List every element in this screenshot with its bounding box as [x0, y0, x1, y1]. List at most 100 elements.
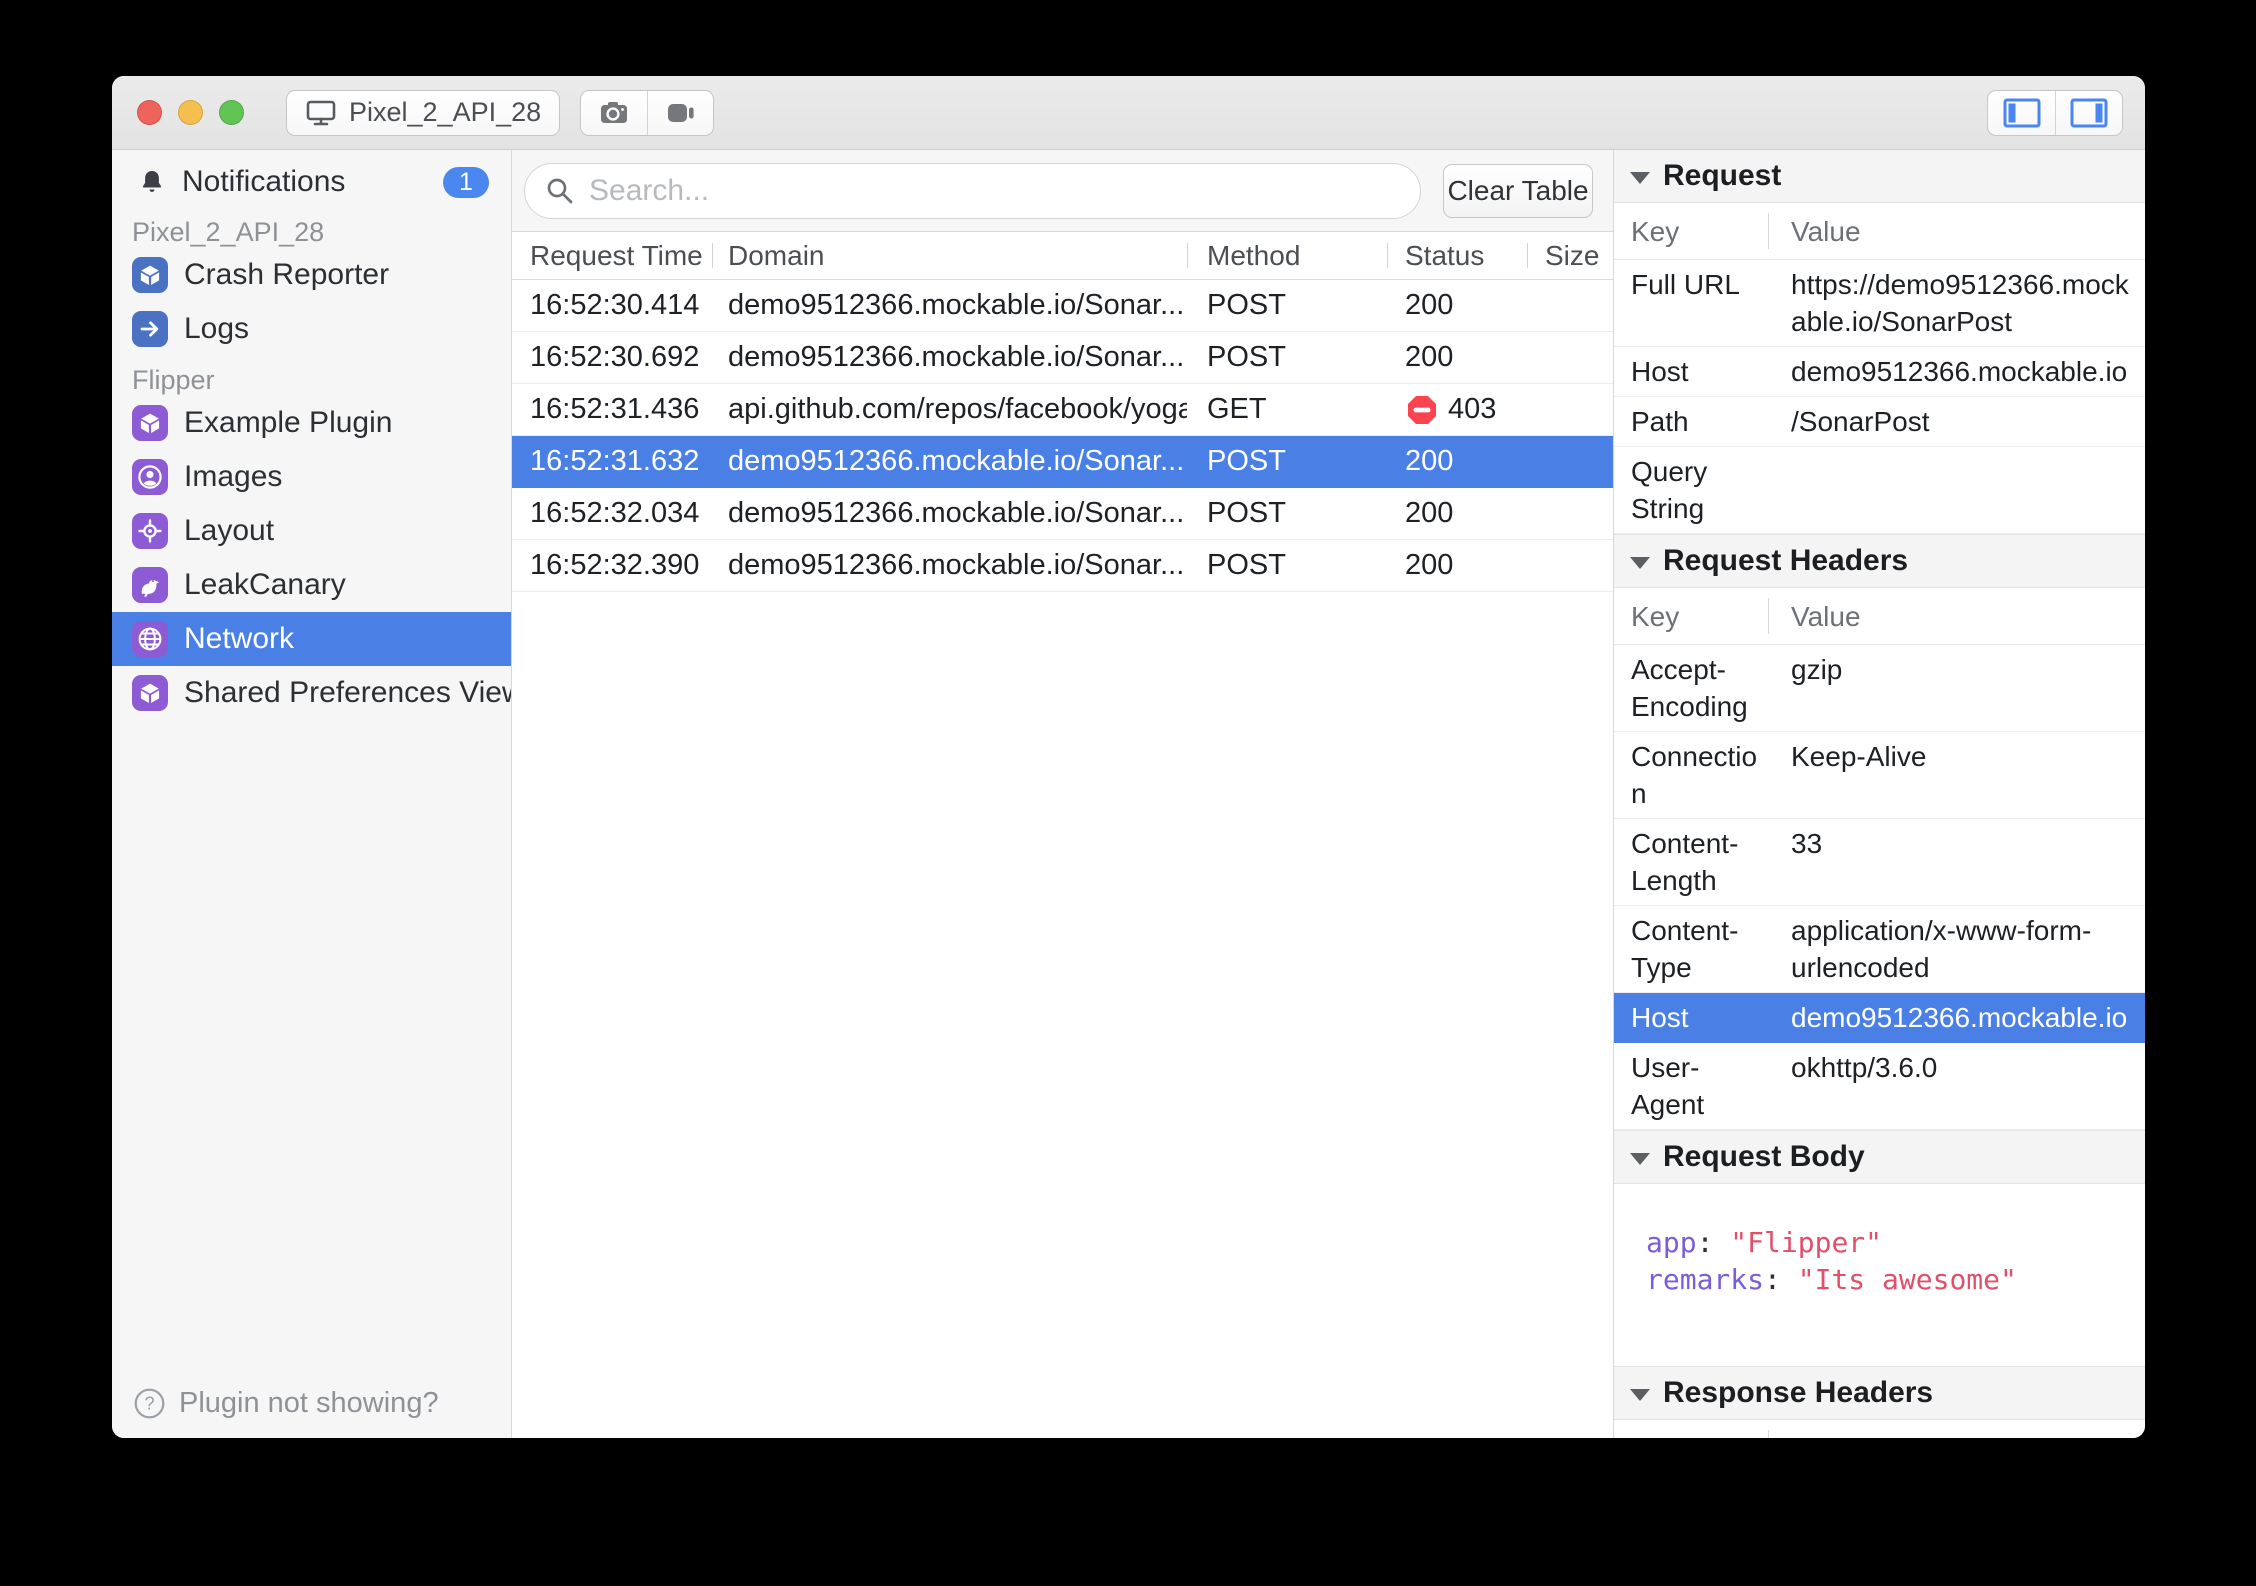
kv-key: Connection — [1631, 741, 1758, 809]
section-header-request[interactable]: Request — [1614, 150, 2145, 203]
kv-header-key[interactable]: Key — [1614, 1420, 1769, 1438]
kv-value — [1769, 447, 2145, 533]
zoom-button[interactable] — [219, 100, 244, 125]
kv-value: okhttp/3.6.0 — [1791, 1052, 1938, 1083]
table-row[interactable]: 16:52:32.390 demo9512366.mockable.io/Sona… — [512, 540, 1613, 592]
cell-method: POST — [1207, 289, 1286, 321]
notifications-item[interactable]: Notifications 1 — [112, 156, 511, 208]
kv-header-key[interactable]: Key — [1614, 588, 1769, 644]
kv-row[interactable]: Full URL https://demo9512366.mockable.io/… — [1614, 260, 2145, 347]
minimize-button[interactable] — [178, 100, 203, 125]
code-separator: : — [1696, 1226, 1731, 1259]
cell-request-time: 16:52:30.692 — [530, 341, 700, 373]
table-row[interactable]: 16:52:31.436 api.github.com/repos/faceboo… — [512, 384, 1613, 436]
user-icon — [132, 459, 168, 495]
table-row[interactable]: 16:52:30.414 demo9512366.mockable.io/Sona… — [512, 280, 1613, 332]
table-row[interactable]: 16:52:31.632 demo9512366.mockable.io/Sona… — [512, 436, 1613, 488]
cell-request-time: 16:52:32.034 — [530, 497, 700, 529]
cell-size — [1527, 384, 1613, 435]
search-box — [524, 162, 1421, 219]
cell-method: GET — [1207, 393, 1267, 425]
kv-row[interactable]: User-Agent okhttp/3.6.0 — [1614, 1043, 2145, 1130]
clear-table-button[interactable]: Clear Table — [1443, 163, 1593, 218]
sidebar-item-example-plugin[interactable]: Example Plugin — [112, 396, 511, 450]
monitor-icon — [305, 98, 337, 128]
cell-request-time: 16:52:30.414 — [530, 289, 700, 321]
col-method[interactable]: Method — [1187, 232, 1387, 279]
code-key: app — [1646, 1226, 1697, 1259]
kv-row[interactable]: Content-Type application/x-www-form-urlen… — [1614, 906, 2145, 993]
sidebar-item-label: LeakCanary — [184, 568, 346, 601]
disclosure-triangle-icon — [1630, 171, 1650, 184]
kv-row[interactable]: Host demo9512366.mockable.io — [1614, 993, 2145, 1043]
sidebar-item-logs[interactable]: Logs — [112, 302, 511, 356]
cube-icon — [132, 675, 168, 711]
status-error-icon — [1405, 393, 1439, 427]
kv-header: Key Value — [1614, 588, 2145, 645]
col-request-time[interactable]: Request Time — [512, 232, 712, 279]
arrow-right-icon — [132, 311, 168, 347]
kv-header-key[interactable]: Key — [1614, 203, 1769, 259]
kv-header-value[interactable]: Value — [1769, 1420, 2145, 1438]
cell-size — [1527, 280, 1613, 331]
cube-icon — [132, 405, 168, 441]
sidebar-item-crash-reporter[interactable]: Crash Reporter — [112, 248, 511, 302]
code-separator: : — [1764, 1263, 1798, 1296]
question-icon: ? — [134, 1388, 165, 1419]
cell-request-time: 16:52:31.632 — [530, 445, 700, 477]
kv-row[interactable]: Accept-Encoding gzip — [1614, 645, 2145, 732]
col-status[interactable]: Status — [1387, 232, 1527, 279]
toggle-right-sidebar-button[interactable] — [2055, 90, 2122, 135]
kv-value: 33 — [1791, 828, 1823, 859]
screencast-button[interactable] — [647, 90, 713, 135]
sidebar-item-shared-preferences-viewer[interactable]: Shared Preferences Viewer — [112, 666, 511, 720]
kv-row[interactable]: Content-Length 33 — [1614, 819, 2145, 906]
table-body: 16:52:30.414 demo9512366.mockable.io/Sona… — [512, 280, 1613, 1438]
screenshot-button[interactable] — [581, 91, 647, 135]
table-row[interactable]: 16:52:30.692 demo9512366.mockable.io/Sona… — [512, 332, 1613, 384]
cell-domain: demo9512366.mockable.io/Sonar... — [728, 497, 1185, 529]
close-button[interactable] — [137, 100, 162, 125]
sidebar-item-images[interactable]: Images — [112, 450, 511, 504]
kv-row[interactable]: Query String — [1614, 447, 2145, 534]
kv-value: gzip — [1791, 654, 1843, 685]
table-row[interactable]: 16:52:32.034 demo9512366.mockable.io/Sona… — [512, 488, 1613, 540]
cell-domain: demo9512366.mockable.io/Sonar... — [728, 289, 1185, 321]
kv-value: demo9512366.mockable.io — [1791, 356, 2128, 387]
col-domain[interactable]: Domain — [712, 232, 1187, 279]
sidebar-item-network[interactable]: Network — [112, 612, 511, 666]
sidebar-item-layout[interactable]: Layout — [112, 504, 511, 558]
kv-row[interactable]: Connection Keep-Alive — [1614, 732, 2145, 819]
kv-value: demo9512366.mockable.io — [1791, 1002, 2128, 1033]
status-code: 403 — [1448, 393, 1497, 425]
col-size[interactable]: Size — [1527, 232, 1613, 279]
plugin-help-link[interactable]: ? Plugin not showing? — [134, 1387, 439, 1420]
sidebar-item-leakcanary[interactable]: LeakCanary — [112, 558, 511, 612]
cell-request-time: 16:52:31.436 — [530, 393, 700, 425]
kv-header-value[interactable]: Value — [1769, 203, 2145, 259]
cell-method: POST — [1207, 445, 1286, 477]
kv-key: Content-Length — [1631, 828, 1739, 896]
section-header-response-headers[interactable]: Response Headers — [1614, 1366, 2145, 1420]
kv-row[interactable]: Host demo9512366.mockable.io — [1614, 347, 2145, 397]
section-title: Response Headers — [1663, 1376, 1934, 1409]
kv-header-value[interactable]: Value — [1769, 588, 2145, 644]
disclosure-triangle-icon — [1630, 1152, 1650, 1165]
cell-status: 200 — [1387, 332, 1527, 383]
cell-request-time: 16:52:32.390 — [530, 549, 700, 581]
cell-size — [1527, 332, 1613, 383]
flipper-window: Pixel_2_API_28 Notifications 1 Pixel_2_A… — [112, 76, 2145, 1438]
cell-status: 200 — [1387, 488, 1527, 539]
kv-key: Host — [1631, 1002, 1689, 1033]
section-header-request-headers[interactable]: Request Headers — [1614, 534, 2145, 588]
cube-icon — [132, 257, 168, 293]
device-selector-button[interactable]: Pixel_2_API_28 — [286, 89, 561, 136]
kv-key: Accept-Encoding — [1631, 654, 1748, 722]
sidebar-item-label: Shared Preferences Viewer — [184, 676, 511, 709]
kv-key: Query String — [1631, 456, 1708, 524]
kv-row[interactable]: Path/SonarPost — [1614, 397, 2145, 447]
section-header-request-body[interactable]: Request Body — [1614, 1130, 2145, 1184]
sidebar-item-label: Network — [184, 622, 295, 655]
search-input[interactable] — [589, 173, 1400, 208]
toggle-left-sidebar-button[interactable] — [1988, 91, 2055, 135]
